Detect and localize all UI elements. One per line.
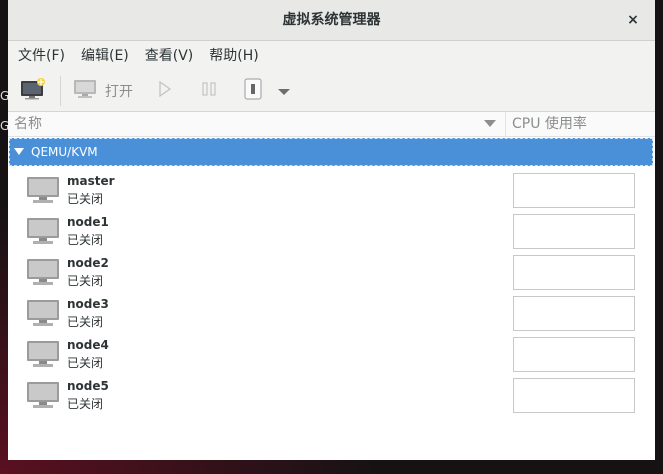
cpu-usage-graph	[513, 378, 635, 413]
column-cpu-header[interactable]: CPU 使用率	[512, 112, 587, 136]
cpu-usage-graph	[513, 173, 635, 208]
cpu-usage-graph	[513, 214, 635, 249]
vm-row-node1[interactable]: node1 已关闭	[8, 211, 655, 252]
open-button[interactable]: 打开	[73, 71, 133, 111]
dropdown-arrow-icon	[277, 82, 291, 101]
cpu-usage-graph	[513, 255, 635, 290]
menu-edit[interactable]: 编辑(E)	[73, 41, 137, 71]
column-name-header[interactable]: 名称	[14, 112, 42, 136]
vm-status: 已关闭	[67, 356, 104, 370]
expander-arrow-icon[interactable]	[14, 148, 24, 155]
vm-name: node1	[67, 215, 109, 229]
vm-row-node5[interactable]: node5 已关闭	[8, 375, 655, 416]
vm-row-master[interactable]: master 已关闭	[8, 170, 655, 211]
menu-view[interactable]: 查看(V)	[137, 41, 202, 71]
toolbar-separator	[60, 76, 61, 106]
monitor-icon	[73, 79, 97, 103]
vm-name: master	[67, 174, 115, 188]
new-vm-button[interactable]	[20, 71, 46, 111]
vm-monitor-icon	[26, 258, 60, 290]
vm-monitor-icon	[26, 176, 60, 208]
virt-manager-window: 虚拟系统管理器 × 文件(F) 编辑(E) 查看(V) 帮助(H) 打开 名称 …	[8, 0, 655, 460]
connection-name: QEMU/KVM	[31, 145, 98, 159]
background-window-edge-text: G	[0, 119, 10, 133]
open-label: 打开	[105, 84, 133, 100]
vm-name: node4	[67, 338, 109, 352]
vm-name: node2	[67, 256, 109, 270]
close-button[interactable]: ×	[621, 8, 645, 32]
vm-status: 已关闭	[67, 274, 104, 288]
vm-monitor-icon	[26, 217, 60, 249]
new-vm-icon	[20, 78, 46, 104]
toolbar: 打开	[8, 71, 655, 112]
column-divider[interactable]	[505, 112, 506, 136]
sort-arrow-icon[interactable]	[484, 120, 496, 127]
vm-name: node5	[67, 379, 109, 393]
background-window-edge-text: G	[0, 89, 10, 103]
column-header: 名称 CPU 使用率	[8, 112, 655, 137]
vm-row-node3[interactable]: node3 已关闭	[8, 293, 655, 334]
pause-icon	[201, 80, 217, 102]
titlebar[interactable]: 虚拟系统管理器 ×	[8, 0, 655, 41]
vm-row-node2[interactable]: node2 已关闭	[8, 252, 655, 293]
menubar: 文件(F) 编辑(E) 查看(V) 帮助(H)	[8, 41, 655, 71]
vm-status: 已关闭	[67, 397, 104, 411]
shutdown-icon	[243, 78, 263, 104]
vm-row-node4[interactable]: node4 已关闭	[8, 334, 655, 375]
cpu-usage-graph	[513, 296, 635, 331]
pause-button[interactable]	[201, 71, 217, 111]
menu-help[interactable]: 帮助(H)	[201, 41, 266, 71]
play-icon	[157, 80, 173, 102]
window-title: 虚拟系统管理器	[282, 12, 381, 28]
vm-status: 已关闭	[67, 192, 104, 206]
vm-name: node3	[67, 297, 109, 311]
shutdown-menu-button[interactable]	[277, 71, 291, 111]
vm-status: 已关闭	[67, 233, 104, 247]
vm-status: 已关闭	[67, 315, 104, 329]
run-button[interactable]	[157, 71, 173, 111]
menu-file[interactable]: 文件(F)	[10, 41, 73, 71]
vm-monitor-icon	[26, 299, 60, 331]
vm-monitor-icon	[26, 340, 60, 372]
vm-monitor-icon	[26, 381, 60, 413]
shutdown-button[interactable]	[243, 71, 263, 111]
connection-row-qemu-kvm[interactable]: QEMU/KVM	[9, 138, 653, 166]
cpu-usage-graph	[513, 337, 635, 372]
